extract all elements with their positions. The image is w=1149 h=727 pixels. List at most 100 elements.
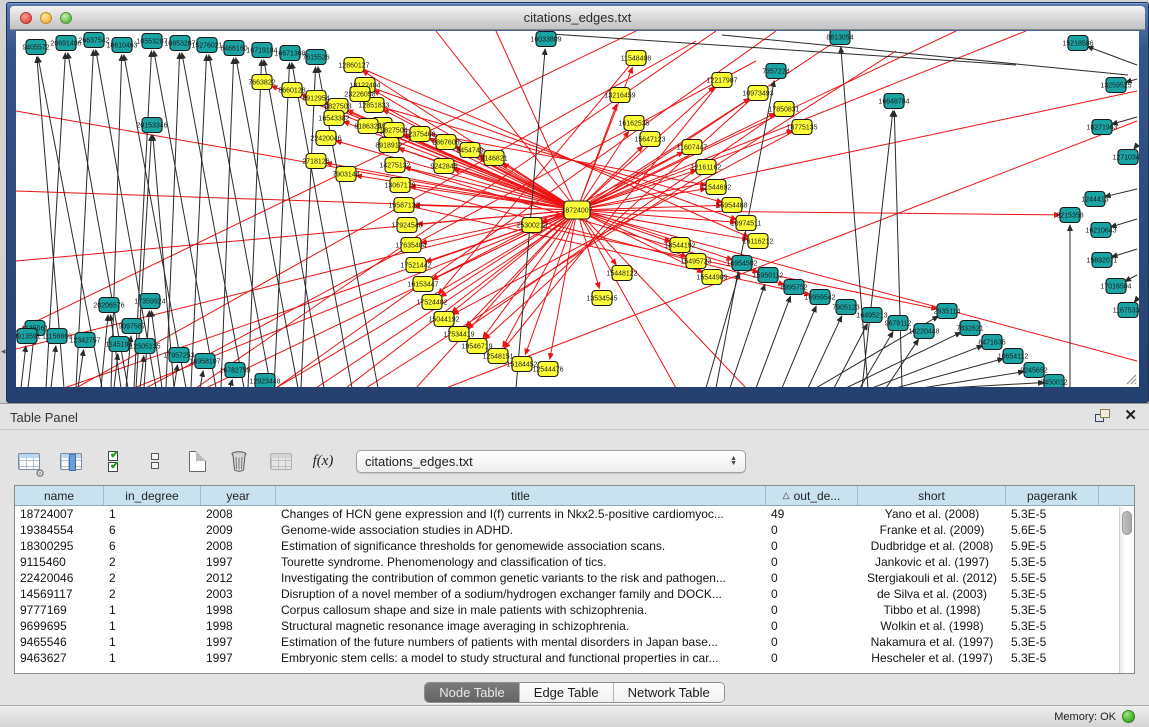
graph-node-yellow[interactable]: 10973493	[742, 86, 773, 101]
window-titlebar[interactable]: citations_edges.txt	[10, 6, 1145, 30]
column-header-out_de[interactable]: △out_de...	[766, 486, 858, 505]
graph-node-teal[interactable]: 10220448	[908, 324, 939, 339]
graph-node-teal[interactable]: 26637542	[78, 33, 109, 48]
black-edge[interactable]	[730, 284, 765, 387]
tab-edge-table[interactable]: Edge Table	[520, 683, 614, 702]
graph-node-yellow[interactable]: 10974511	[731, 216, 762, 231]
black-edge[interactable]	[274, 63, 290, 387]
red-edge[interactable]	[346, 210, 577, 387]
column-header-year[interactable]: year	[201, 486, 276, 505]
close-panel-icon[interactable]: ✕	[1124, 409, 1137, 422]
graph-node-teal[interactable]: 15276021	[191, 38, 222, 53]
graph-node-yellow[interactable]: 11548408	[621, 51, 652, 66]
graph-node-teal[interactable]: 8466160	[220, 41, 247, 56]
vertical-scrollbar[interactable]	[1119, 507, 1134, 673]
graph-node-yellow[interactable]: 13534545	[586, 291, 617, 306]
graph-node-teal[interactable]: 16671368	[274, 46, 305, 61]
graph-node-yellow[interactable]: 17524402	[416, 295, 447, 310]
black-edge[interactable]	[174, 365, 178, 387]
black-edge[interactable]	[191, 55, 207, 387]
table-row[interactable]: 1938455462009Genome-wide association stu…	[15, 522, 1134, 538]
black-edge[interactable]	[1125, 275, 1137, 281]
black-edge[interactable]	[166, 53, 180, 387]
graph-node-teal[interactable]: 8215358	[1056, 208, 1083, 223]
graph-node-yellow[interactable]: 14275132	[379, 158, 410, 173]
column-header-short[interactable]: short	[858, 486, 1006, 505]
black-edge[interactable]	[782, 306, 816, 387]
black-edge[interactable]	[236, 58, 298, 387]
graph-node-yellow[interactable]: 15495723	[680, 254, 711, 269]
table-row[interactable]: 946554611997Estimation of the future num…	[15, 634, 1134, 650]
graph-node-yellow[interactable]: 7903144	[332, 167, 359, 182]
black-edge[interactable]	[946, 383, 1044, 387]
black-edge[interactable]	[264, 60, 324, 387]
graph-node-teal[interactable]: 9405572	[22, 40, 49, 55]
graph-node-teal[interactable]: 8471636	[978, 335, 1005, 350]
graph-node-teal[interactable]: 16033809	[530, 32, 561, 47]
graph-node-yellow[interactable]: 16116212	[743, 234, 774, 249]
graph-node-teal[interactable]: 20153346	[136, 118, 167, 133]
table-row[interactable]: 2242004622012Investigating the contribut…	[15, 570, 1134, 586]
graph-node-yellow[interactable]: 15954488	[716, 198, 747, 213]
black-edge[interactable]	[1105, 189, 1137, 197]
black-edge[interactable]	[756, 296, 790, 387]
resize-grip-icon[interactable]	[1123, 371, 1137, 385]
graph-node-teal[interactable]: 11675331	[1113, 303, 1139, 318]
black-edge[interactable]	[221, 58, 234, 387]
graph-node-yellow[interactable]: 17924540	[391, 218, 422, 233]
tab-node-table[interactable]: Node Table	[425, 683, 520, 702]
scrollbar-thumb[interactable]	[1122, 511, 1132, 535]
new-table-button[interactable]	[182, 446, 212, 476]
black-edge[interactable]	[841, 47, 868, 387]
black-edge[interactable]	[1134, 299, 1137, 302]
black-edge[interactable]	[1112, 249, 1137, 257]
graph-node-teal[interactable]: 12710345	[1112, 150, 1139, 165]
graph-node-teal[interactable]: 20691406	[50, 36, 81, 51]
table-row[interactable]: 1830029562008Estimation of significance …	[15, 538, 1134, 554]
black-edge[interactable]	[182, 53, 244, 387]
table-selector-dropdown[interactable]: citations_edges.txt ▲▼	[356, 450, 746, 473]
graph-node-teal[interactable]: 16959542	[804, 290, 835, 305]
select-all-button[interactable]	[98, 446, 128, 476]
column-header-in_degree[interactable]: in_degree	[104, 486, 201, 505]
graph-node-teal[interactable]: 16210643	[1085, 223, 1116, 238]
table-row[interactable]: 1872400712008Changes of HCN gene express…	[15, 506, 1134, 522]
delete-table-button[interactable]	[266, 446, 296, 476]
graph-node-teal[interactable]: 16648784	[878, 94, 909, 109]
row-options-button[interactable]	[140, 446, 170, 476]
graph-node-yellow[interactable]: 22420046	[310, 131, 341, 146]
graph-node-teal[interactable]: 8813054	[826, 31, 853, 45]
graph-node-teal[interactable]: 18271963	[1086, 120, 1117, 135]
black-edge[interactable]	[706, 273, 739, 387]
table-row[interactable]: 911546021997Tourette syndrome. Phenomeno…	[15, 554, 1134, 570]
graph-node-teal[interactable]: 8995752	[780, 280, 807, 295]
red-edge[interactable]	[550, 210, 577, 359]
black-edge[interactable]	[154, 51, 216, 387]
graph-node-yellow[interactable]: 11544692	[701, 180, 732, 195]
red-edge[interactable]	[577, 210, 1137, 361]
network-graph[interactable]: 9405572206914062663754218610463105532871…	[16, 31, 1139, 387]
black-edge[interactable]	[536, 33, 1016, 65]
column-header-name[interactable]: name	[15, 486, 104, 505]
graph-node-teal[interactable]: 7357224	[762, 64, 789, 79]
graph-node-yellow[interactable]: 8186328	[354, 119, 381, 134]
graph-node-teal[interactable]: 15692071	[1086, 253, 1117, 268]
graph-node-teal[interactable]: 10553287	[136, 34, 167, 49]
graph-node-yellow[interactable]: 9242845	[430, 159, 457, 174]
graph-node-yellow[interactable]: 15448122	[606, 266, 637, 281]
graph-node-teal[interactable]: 7832621	[956, 321, 983, 336]
black-edge[interactable]	[1112, 117, 1137, 124]
delete-button[interactable]	[224, 446, 254, 476]
graph-node-teal[interactable]: 10719184	[246, 43, 277, 58]
black-edge[interactable]	[101, 315, 108, 387]
table-row[interactable]: 946362711997Embryonic stem cells: a mode…	[15, 650, 1134, 666]
black-edge[interactable]	[230, 380, 232, 387]
graph-node-teal[interactable]: 16782759	[219, 363, 250, 378]
black-edge[interactable]	[1111, 219, 1137, 227]
black-edge[interactable]	[51, 346, 56, 387]
graph-node-yellow[interactable]: 18544192	[664, 238, 695, 253]
black-edge[interactable]	[134, 51, 151, 387]
graph-node-yellow[interactable]: 2718126	[302, 154, 329, 169]
graph-node-teal[interactable]: 12923448	[249, 374, 280, 388]
graph-node-yellow[interactable]: 15647123	[634, 132, 665, 147]
